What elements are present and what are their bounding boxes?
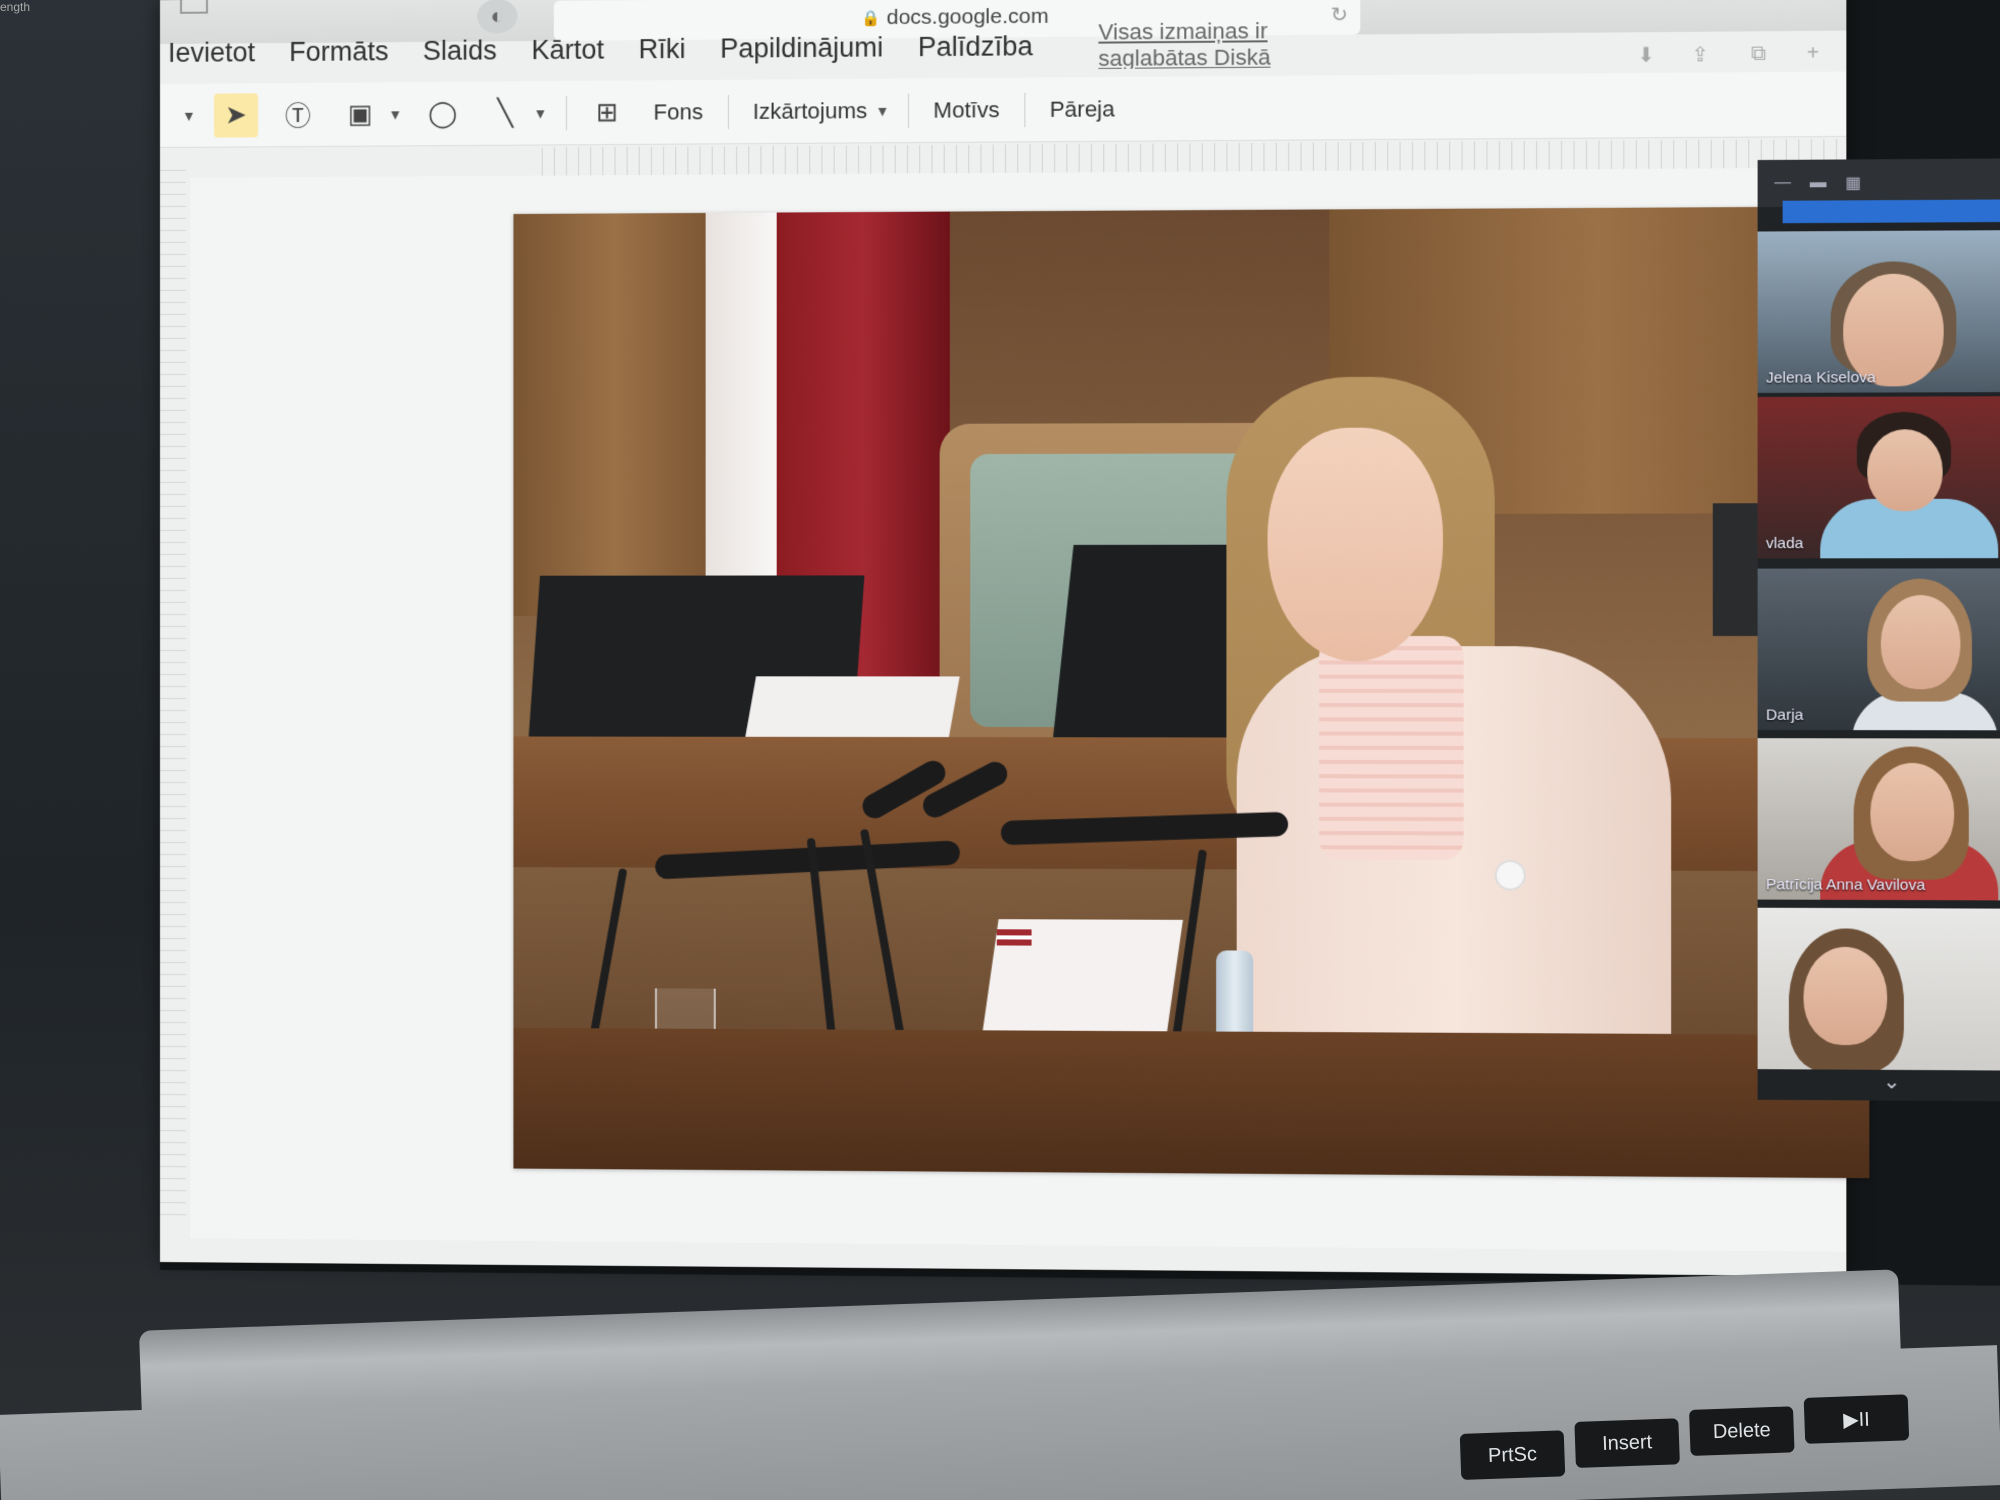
new-tab-icon[interactable]: +: [1794, 37, 1832, 70]
line-icon[interactable]: ╲: [483, 91, 527, 136]
minimize-icon[interactable]: —: [1774, 174, 1791, 192]
latvian-flag-sticker: [997, 929, 1032, 945]
participant-face: [1867, 429, 1942, 511]
toolbar-divider: [727, 94, 728, 128]
participant-name: vlada: [1766, 535, 1803, 552]
corner-text: ength: [0, 0, 30, 14]
participant-tile[interactable]: [1758, 908, 2000, 1071]
slide-canvas-area: [190, 168, 1846, 1252]
key-play-pause[interactable]: ▶II: [1804, 1394, 1910, 1444]
key-prtsc[interactable]: PrtSc: [1460, 1430, 1566, 1480]
line-dropdown-icon[interactable]: ▼: [533, 105, 547, 121]
speaker-scarf: [1319, 636, 1464, 860]
water-bottle: [1216, 950, 1253, 1041]
participant-name: Patrīcija Anna Vavilova: [1766, 876, 1925, 894]
layout-dropdown-icon[interactable]: ▼: [875, 102, 889, 118]
flag-white-stripe: [706, 212, 787, 575]
participant-face: [1870, 763, 1954, 861]
participant-face: [1881, 595, 1961, 689]
share-icon[interactable]: ⇪: [1682, 38, 1719, 71]
podium: [513, 1028, 1869, 1178]
theme-button[interactable]: Motīvs: [927, 96, 1005, 123]
participant-name: Darja: [1766, 707, 1803, 724]
vertical-ruler: [160, 170, 186, 1220]
menu-help[interactable]: Palīdzība: [918, 30, 1033, 62]
menu-tools[interactable]: Rīki: [638, 33, 685, 65]
participant-face: [1804, 947, 1888, 1046]
chevron-down-icon[interactable]: ⌄: [1883, 1069, 1901, 1095]
menu-arrange[interactable]: Kārtot: [531, 34, 604, 66]
text-box-icon[interactable]: Ⓣ: [276, 92, 320, 136]
shape-icon[interactable]: ◯: [420, 91, 464, 135]
slide-photo[interactable]: [513, 206, 1869, 1178]
speaker-badge: [1495, 860, 1526, 891]
layout-button[interactable]: Izkārtojums: [747, 97, 874, 124]
key-insert[interactable]: Insert: [1574, 1418, 1680, 1468]
docs-menubar: Ievietot Formāts Slaids Kārtot Rīki Papi…: [160, 20, 1379, 76]
video-call-panel: — ▬ ▦ Jelena Kiselova vlada Darja Patrīc…: [1758, 158, 2000, 1101]
select-tool-icon[interactable]: ➤: [214, 93, 258, 137]
slide[interactable]: [513, 206, 1869, 1178]
speaker-face: [1268, 427, 1443, 661]
menu-format[interactable]: Formāts: [289, 36, 388, 68]
menu-insert[interactable]: Ievietot: [168, 37, 255, 69]
slides-toolbar: ▼ ➤ Ⓣ ▣ ▼ ◯ ╲ ▼ ⊞ Fons Izkārtojums ▼ Mot…: [160, 72, 1846, 148]
participant-name: Jelena Kiselova: [1766, 369, 1876, 387]
participant-tile[interactable]: Jelena Kiselova: [1758, 230, 2000, 393]
image-dropdown-icon[interactable]: ▼: [388, 106, 402, 122]
participant-tile[interactable]: Patrīcija Anna Vavilova: [1758, 738, 2000, 900]
laptop-screen: ◐ 🔒 docs.google.com ↻ ⬇ ⇪ ⧉ + Ievietot F…: [160, 0, 2000, 1286]
menu-slide[interactable]: Slaids: [423, 35, 497, 67]
recording-banner: [1783, 199, 2000, 223]
image-icon[interactable]: ▣: [338, 92, 382, 136]
toolbar-divider: [1024, 92, 1025, 126]
participant-tile[interactable]: Darja: [1758, 568, 2000, 730]
key-delete[interactable]: Delete: [1689, 1406, 1795, 1456]
transition-button[interactable]: Pāreja: [1043, 96, 1120, 123]
participant-tile[interactable]: vlada: [1758, 396, 2000, 558]
wood-panel: [513, 213, 715, 616]
background-button[interactable]: Fons: [647, 99, 709, 126]
add-comment-icon[interactable]: ⊞: [585, 90, 630, 135]
tabs-overview-icon[interactable]: ⧉: [1740, 37, 1778, 70]
browser-window: ◐ 🔒 docs.google.com ↻ ⬇ ⇪ ⧉ + Ievietot F…: [160, 0, 1846, 1276]
download-icon[interactable]: ⬇: [1627, 38, 1664, 71]
speaker-view-icon[interactable]: ▬: [1810, 174, 1827, 193]
microphone-stand: [590, 868, 628, 1038]
gallery-view-icon[interactable]: ▦: [1845, 173, 1861, 194]
sidebar-toggle-icon[interactable]: [180, 0, 208, 14]
menu-addons[interactable]: Papildinājumi: [720, 32, 883, 65]
toolbar-divider: [908, 93, 909, 127]
chevron-down-icon[interactable]: ▼: [182, 107, 196, 123]
save-status-link[interactable]: Visas izmaiņas ir saglabātas Diskā: [1098, 20, 1378, 72]
toolbar-divider: [566, 96, 567, 130]
